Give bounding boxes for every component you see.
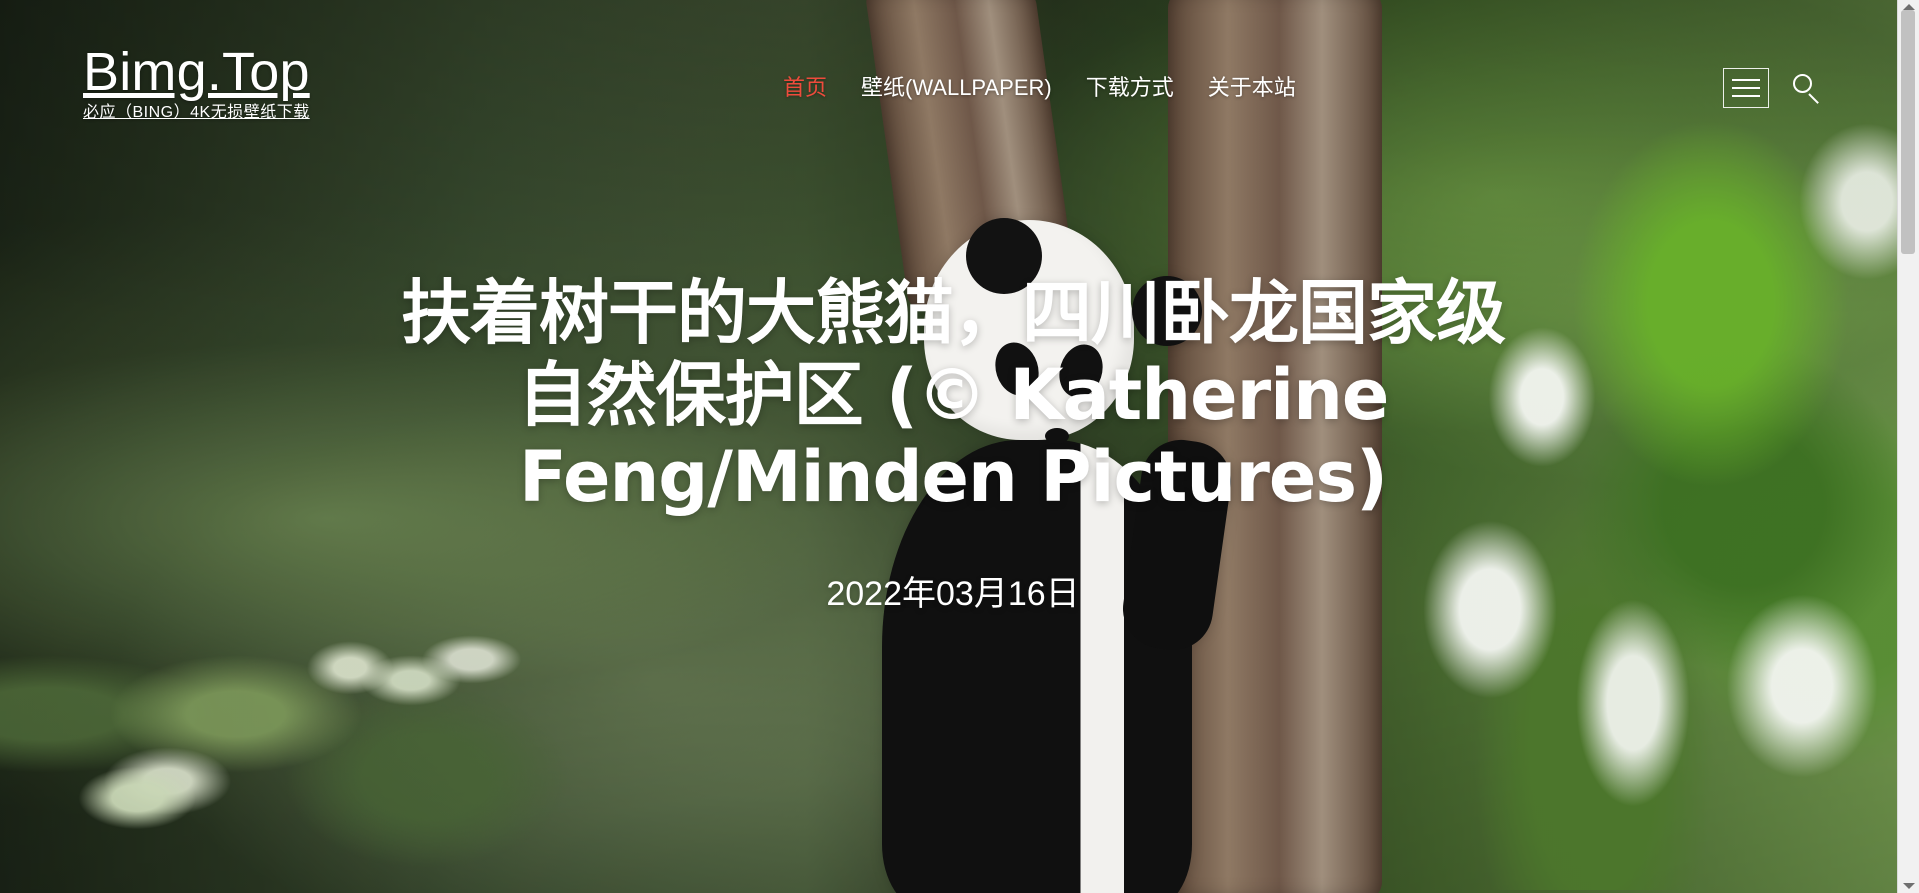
scrollbar-thumb[interactable] <box>1901 10 1915 254</box>
search-icon <box>1808 93 1819 104</box>
nav-download-method[interactable]: 下载方式 <box>1086 73 1174 103</box>
hero-copy: 扶着树干的大熊猫，四川卧龙国家级自然保护区 (© Katherine Feng/… <box>393 272 1513 614</box>
main-nav: 首页 壁纸(WALLPAPER) 下载方式 关于本站 <box>783 73 1296 103</box>
scroll-down-icon[interactable] <box>1903 883 1915 889</box>
menu-icon <box>1732 87 1760 89</box>
hero-date: 2022年03月16日 <box>826 575 1080 613</box>
page-scrollbar[interactable] <box>1897 0 1919 893</box>
search-button[interactable] <box>1791 73 1825 107</box>
nav-about-site[interactable]: 关于本站 <box>1208 73 1296 103</box>
site-brand-link[interactable]: Bimg.Top 必应（BING）4K无损壁纸下载 <box>83 45 310 123</box>
nav-home[interactable]: 首页 <box>783 73 827 103</box>
search-icon <box>1793 74 1812 93</box>
hero-title: 扶着树干的大熊猫，四川卧龙国家级自然保护区 (© Katherine Feng/… <box>401 272 1506 518</box>
nav-wallpaper[interactable]: 壁纸(WALLPAPER) <box>861 73 1052 103</box>
menu-icon <box>1732 95 1760 97</box>
site-title: Bimg.Top <box>83 42 310 102</box>
page: Bimg.Top 必应（BING）4K无损壁纸下载 首页 壁纸(WALLPAPE… <box>0 0 1919 893</box>
menu-button[interactable] <box>1723 68 1769 108</box>
site-subtitle: 必应（BING）4K无损壁纸下载 <box>83 104 310 121</box>
menu-icon <box>1732 79 1760 81</box>
site-header: Bimg.Top 必应（BING）4K无损壁纸下载 首页 壁纸(WALLPAPE… <box>0 0 1897 140</box>
